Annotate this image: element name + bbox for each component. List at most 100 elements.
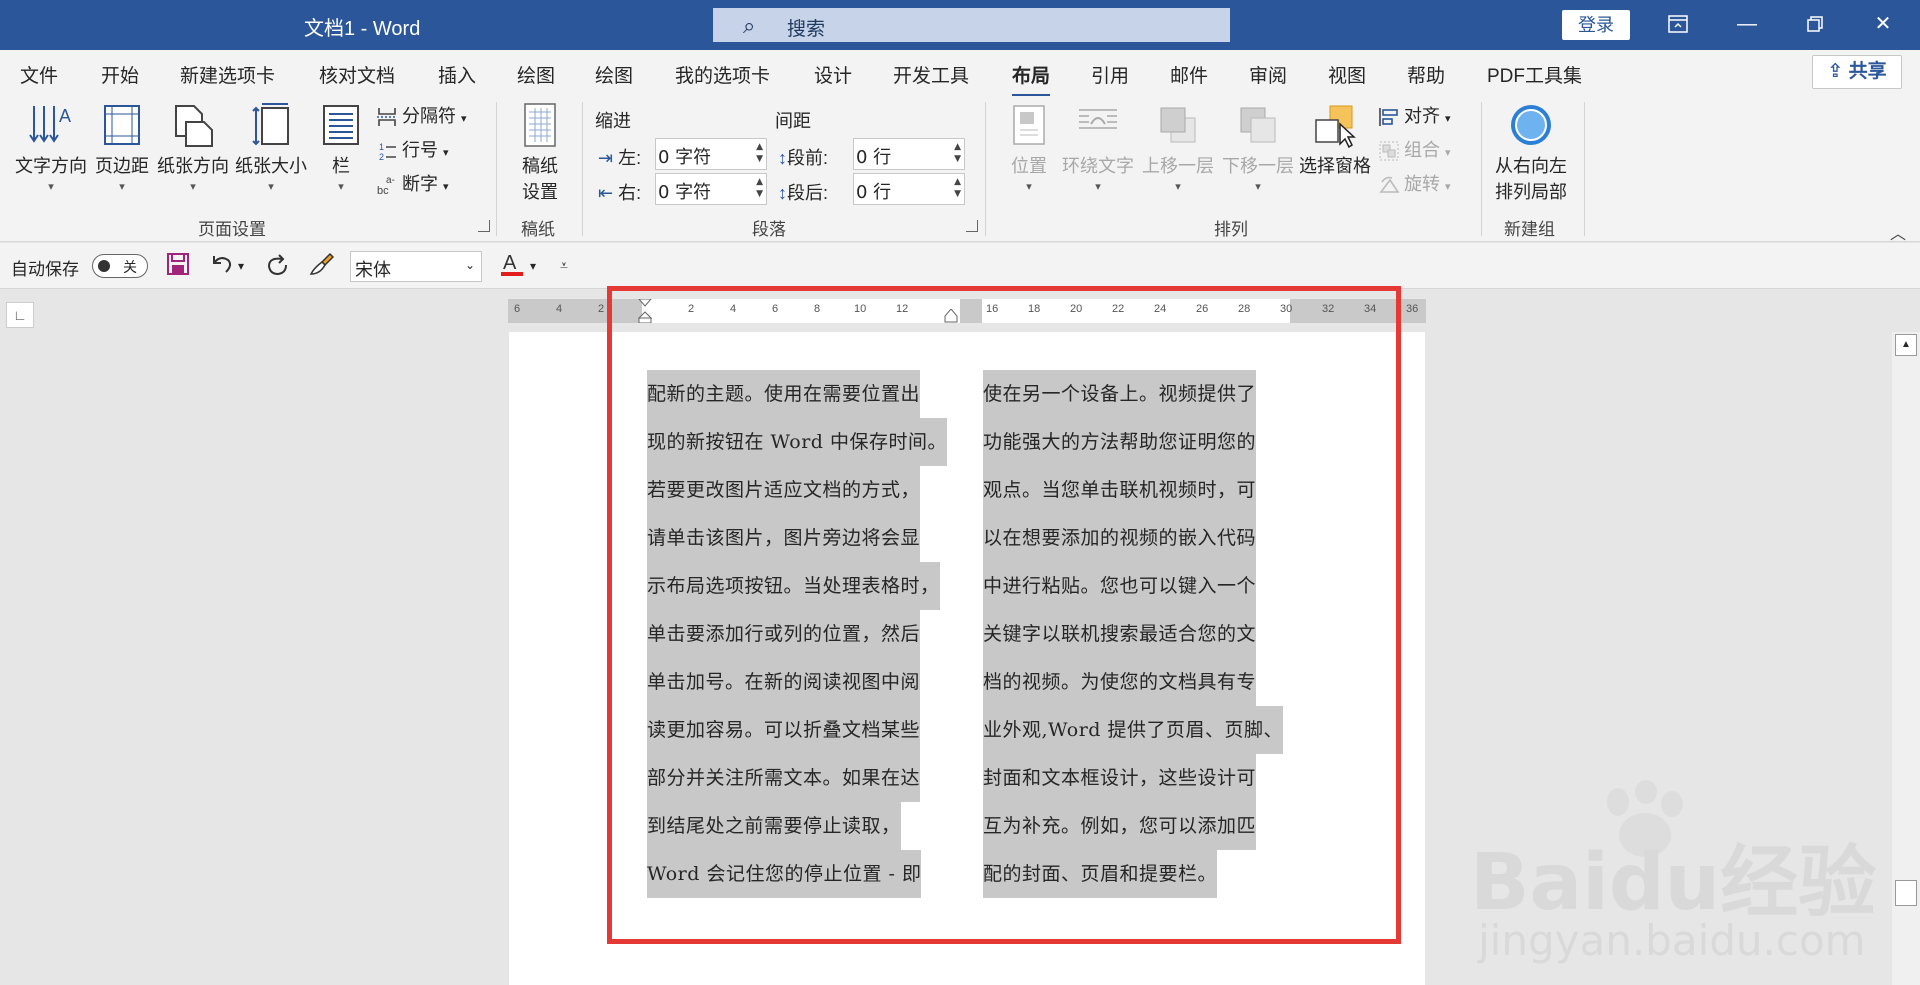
- rotate-button[interactable]: 旋转 ▾: [1378, 170, 1451, 196]
- wrap-text-button[interactable]: 环绕文字 ▾: [1060, 102, 1136, 193]
- tab-my-tab[interactable]: 我的选项卡: [675, 61, 770, 88]
- font-color-dropdown-icon[interactable]: ▾: [530, 259, 536, 273]
- tab-check-doc[interactable]: 核对文档: [319, 61, 395, 88]
- space-after-text: 段后:: [787, 183, 829, 203]
- restore-icon[interactable]: [1785, 0, 1845, 50]
- login-button[interactable]: 登录: [1562, 10, 1630, 40]
- scroll-up-icon[interactable]: ▲: [1895, 334, 1917, 356]
- ruler-tick: 2: [598, 303, 605, 315]
- tab-references[interactable]: 引用: [1091, 61, 1129, 88]
- bring-forward-button[interactable]: 上移一层 ▾: [1140, 102, 1216, 193]
- tab-stop-selector-icon[interactable]: ∟: [6, 302, 34, 328]
- columns-icon: [318, 102, 364, 148]
- tab-mailings[interactable]: 邮件: [1170, 61, 1208, 88]
- close-icon[interactable]: ✕: [1853, 0, 1913, 50]
- paragraph-group-label: 段落: [752, 220, 786, 239]
- tab-draw-2[interactable]: 绘图: [595, 61, 633, 88]
- font-color-icon[interactable]: A: [500, 250, 526, 285]
- space-after-icon: ↕: [778, 183, 787, 203]
- indent-left-text: 左:: [618, 148, 642, 168]
- page-setup-launcher-icon[interactable]: [478, 220, 490, 232]
- chevron-down-icon: ▾: [268, 181, 274, 193]
- minimize-icon[interactable]: —: [1717, 0, 1777, 50]
- manuscript-setup-button[interactable]: 稿纸 设置: [514, 102, 566, 204]
- tab-help[interactable]: 帮助: [1407, 61, 1445, 88]
- tab-draw-1[interactable]: 绘图: [517, 61, 555, 88]
- paper-size-label: 纸张大小: [235, 156, 307, 176]
- chevron-down-icon: ▾: [1445, 181, 1451, 193]
- format-painter-icon[interactable]: [308, 252, 335, 283]
- chevron-down-icon: ▾: [1175, 181, 1181, 193]
- indent-left-input[interactable]: 0 字符 ▲ ▼: [655, 138, 767, 170]
- text-direction-button[interactable]: A 文字方向 ▾: [12, 102, 90, 193]
- rotate-label: 旋转: [1404, 174, 1440, 194]
- orientation-label: 纸张方向: [157, 156, 229, 176]
- font-select-value: 宋体: [355, 260, 391, 280]
- space-before-input[interactable]: 0 行 ▲ ▼: [853, 138, 965, 170]
- breaks-label: 分隔符: [402, 106, 456, 126]
- paper-size-button[interactable]: 纸张大小 ▾: [234, 102, 308, 193]
- rtl-layout-button[interactable]: 从右向左 排列局部: [1492, 102, 1570, 204]
- indent-title: 缩进: [595, 111, 631, 131]
- align-button[interactable]: 对齐 ▾: [1378, 102, 1451, 128]
- search-icon: ⌕: [743, 13, 756, 38]
- customize-toolbar-icon[interactable]: ⩡: [560, 257, 568, 274]
- divider: [582, 102, 583, 236]
- tab-home[interactable]: 开始: [101, 61, 139, 88]
- space-before-icon: ↕: [778, 148, 787, 168]
- group-button[interactable]: 组合 ▾: [1378, 136, 1451, 162]
- margins-button[interactable]: 页边距 ▾: [94, 102, 150, 193]
- paragraph-launcher-icon[interactable]: [966, 220, 978, 232]
- tab-design[interactable]: 设计: [814, 61, 852, 88]
- divider: [1584, 102, 1585, 236]
- save-icon[interactable]: [166, 252, 190, 283]
- tab-review[interactable]: 审阅: [1249, 61, 1287, 88]
- undo-dropdown-icon[interactable]: ▾: [238, 259, 244, 273]
- redo-icon[interactable]: [264, 252, 290, 283]
- tab-file[interactable]: 文件: [20, 61, 58, 88]
- collapse-ribbon-icon[interactable]: ︿: [1890, 220, 1906, 244]
- spinner-arrows-icon[interactable]: ▲ ▼: [756, 141, 763, 165]
- search-box[interactable]: ⌕ 搜索: [713, 8, 1230, 42]
- send-backward-button[interactable]: 下移一层 ▾: [1220, 102, 1296, 193]
- orientation-button[interactable]: 纸张方向 ▾: [156, 102, 230, 193]
- manuscript-setup-label-1: 稿纸: [522, 156, 558, 176]
- bring-forward-label: 上移一层: [1142, 156, 1214, 176]
- position-button[interactable]: 位置 ▾: [1002, 102, 1056, 193]
- search-placeholder: 搜索: [787, 19, 826, 40]
- tab-layout[interactable]: 布局: [1012, 61, 1051, 97]
- hyphenation-button[interactable]: bc a- 断字 ▾: [376, 170, 449, 197]
- space-after-input[interactable]: 0 行 ▲ ▼: [853, 173, 965, 205]
- svg-text:a-: a-: [386, 175, 395, 186]
- tab-new-tab[interactable]: 新建选项卡: [180, 61, 275, 88]
- tab-insert[interactable]: 插入: [438, 61, 476, 88]
- columns-button[interactable]: 栏 ▾: [318, 102, 364, 193]
- undo-icon[interactable]: [208, 252, 234, 283]
- divider: [985, 102, 986, 236]
- font-select[interactable]: 宋体 ⌄: [350, 251, 482, 282]
- breaks-button[interactable]: 分隔符 ▾: [376, 102, 467, 128]
- selection-pane-button[interactable]: 选择窗格: [1298, 102, 1372, 178]
- toggle-knob: [98, 260, 110, 272]
- new-group-label: 新建组: [1504, 220, 1555, 239]
- position-label: 位置: [1011, 156, 1047, 176]
- spinner-arrows-icon[interactable]: ▲ ▼: [954, 141, 961, 165]
- svg-text:bc: bc: [377, 185, 389, 196]
- baidu-jingyan-watermark: Baidu经验 jingyan.baidu.com: [1470, 780, 1920, 980]
- spinner-arrows-icon[interactable]: ▲ ▼: [756, 176, 763, 200]
- line-numbers-button[interactable]: 1 2 行号 ▾: [376, 136, 449, 162]
- chevron-down-icon: ▾: [1026, 181, 1032, 193]
- margins-icon: [99, 102, 145, 148]
- tab-view[interactable]: 视图: [1328, 61, 1366, 88]
- chevron-down-icon: ▾: [338, 181, 344, 193]
- indent-right-label: ⇤ 右:: [598, 179, 641, 205]
- ruler-tick: 4: [556, 303, 563, 315]
- spinner-arrows-icon[interactable]: ▲ ▼: [954, 176, 961, 200]
- indent-right-input[interactable]: 0 字符 ▲ ▼: [655, 173, 767, 205]
- share-button[interactable]: ⇪ 共享: [1812, 55, 1902, 89]
- tab-developer[interactable]: 开发工具: [893, 61, 969, 88]
- tab-pdf-tools[interactable]: PDF工具集: [1487, 61, 1582, 88]
- ribbon-display-options-icon[interactable]: [1648, 0, 1708, 50]
- selection-pane-label: 选择窗格: [1299, 156, 1371, 176]
- autosave-toggle[interactable]: 关: [92, 254, 148, 278]
